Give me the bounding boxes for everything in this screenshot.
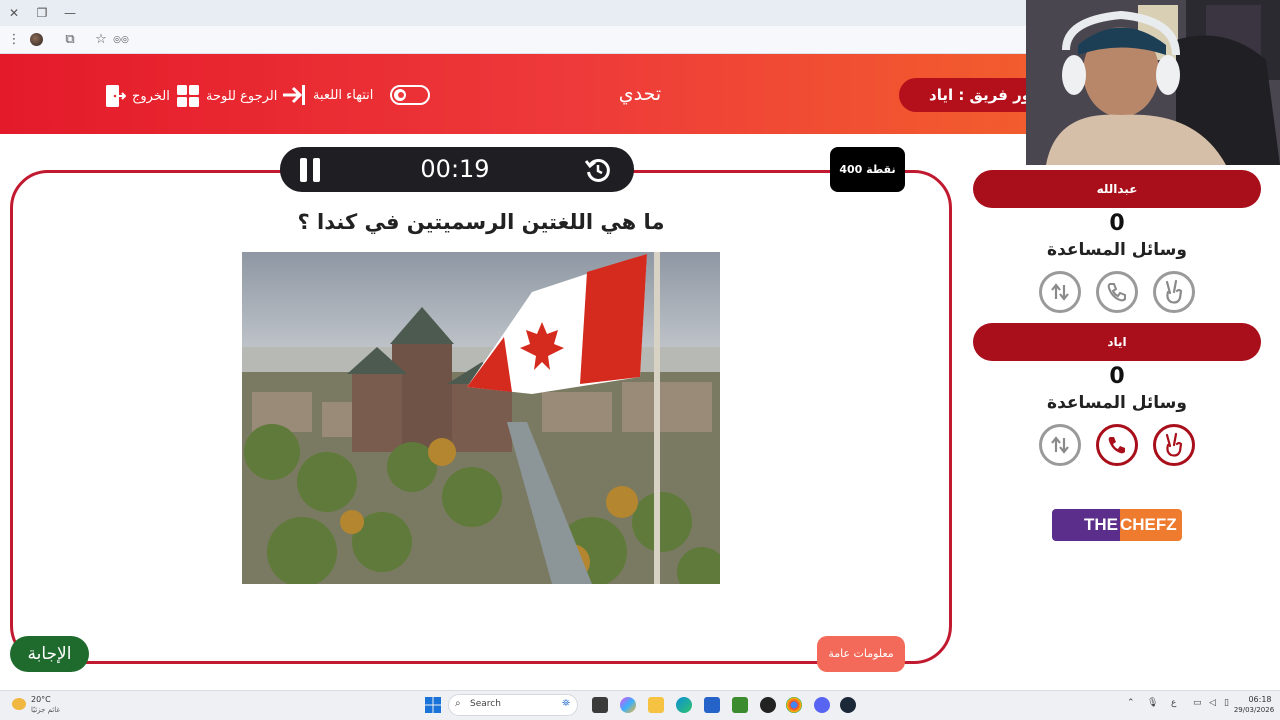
network-icon[interactable]: ▭ xyxy=(1193,698,1202,708)
answer-button[interactable]: الإجابة xyxy=(10,636,89,672)
search-icon: ⌕ xyxy=(455,698,461,709)
exit-button[interactable]: الخروج xyxy=(104,84,170,108)
discord-icon[interactable] xyxy=(814,697,830,713)
end-game-label: انتهاء اللعبة xyxy=(313,87,374,103)
minecraft-icon[interactable] xyxy=(732,697,748,713)
obs-icon[interactable] xyxy=(760,697,776,713)
question-text: ما هي اللغتين الرسميتين في كندا ؟ xyxy=(297,210,665,234)
question-image xyxy=(242,252,720,584)
team-turn-label: دور فريق : اياد xyxy=(929,86,1039,104)
aids-label-1: وسائل المساعدة xyxy=(1047,240,1187,260)
store-icon[interactable] xyxy=(704,697,720,713)
webcam-overlay xyxy=(1026,0,1280,165)
edge-icon[interactable] xyxy=(676,697,692,713)
steam-icon[interactable] xyxy=(840,697,856,713)
brand-logo: THE CHEFZ xyxy=(1052,509,1182,541)
incognito-icon[interactable]: ◎◎ xyxy=(111,30,131,50)
window-close-icon[interactable]: ✕ xyxy=(4,3,24,23)
task-view-icon[interactable] xyxy=(592,697,608,713)
taskbar xyxy=(0,690,1280,720)
end-game-button[interactable]: انتهاء اللعبة xyxy=(281,84,373,106)
clock-date[interactable]: 29/03/2026 xyxy=(1228,706,1280,714)
copilot-icon[interactable] xyxy=(620,697,636,713)
page-title: تحدي xyxy=(618,83,662,105)
bookmark-star-icon[interactable]: ☆ xyxy=(91,30,111,50)
timer-display: 00:19 xyxy=(420,155,490,183)
aids-label-2: وسائل المساعدة xyxy=(1047,393,1187,413)
volume-icon[interactable]: ◁ xyxy=(1209,698,1216,708)
profile-avatar[interactable] xyxy=(30,33,43,46)
back-to-board-label: الرجوع للوحة xyxy=(206,88,278,104)
start-windows-icon[interactable] xyxy=(425,697,441,713)
extensions-icon[interactable]: ⧉ xyxy=(60,30,80,50)
grid-icon xyxy=(177,85,199,107)
taskbar-search-box[interactable] xyxy=(448,694,578,716)
window-minimize-icon[interactable]: — xyxy=(60,3,80,23)
team-name-2: اياد xyxy=(973,323,1261,361)
language-indicator[interactable]: ع xyxy=(1171,698,1176,708)
brand-logo-part1: THE xyxy=(1052,509,1120,541)
team2-aid-phone-icon[interactable] xyxy=(1096,424,1138,466)
end-arrow-icon xyxy=(283,85,305,105)
team2-aid-hand-peace-icon[interactable] xyxy=(1153,424,1195,466)
toggle-knob xyxy=(394,89,406,101)
team1-aid-swap-arrows-icon[interactable] xyxy=(1039,271,1081,313)
search-label: Search xyxy=(470,699,501,709)
weather-condition: غائم جزئيًا xyxy=(31,706,61,714)
team-score-2: 0 xyxy=(1109,364,1125,389)
clock-time[interactable]: 06:18 xyxy=(1240,695,1280,704)
team1-aid-hand-peace-icon[interactable] xyxy=(1153,271,1195,313)
browser-menu-icon[interactable]: ⋮ xyxy=(4,30,24,50)
weather-icon[interactable] xyxy=(12,698,26,710)
window-restore-icon[interactable]: ❐ xyxy=(32,3,52,23)
exit-label: الخروج xyxy=(132,88,170,104)
tray-chevron-up-icon[interactable]: ⌃ xyxy=(1127,698,1135,708)
brand-logo-part2: CHEFZ xyxy=(1120,509,1182,541)
lighthouse-icon: ⛯ xyxy=(562,698,570,709)
pause-icon[interactable] xyxy=(300,158,322,182)
team-name-1: عبدالله xyxy=(973,170,1261,208)
exit-door-icon xyxy=(106,85,126,107)
file-explorer-icon[interactable] xyxy=(648,697,664,713)
points-badge: 400 نقطة xyxy=(830,147,905,192)
team2-aid-swap-arrows-icon[interactable] xyxy=(1039,424,1081,466)
team1-aid-phone-icon[interactable] xyxy=(1096,271,1138,313)
back-to-board-button[interactable]: الرجوع للوحة xyxy=(176,84,277,108)
category-button[interactable]: معلومات عامة xyxy=(817,636,905,672)
team-score-1: 0 xyxy=(1109,211,1125,236)
microphone-icon[interactable]: 🎙 xyxy=(1147,698,1158,708)
weather-temp: 20°C xyxy=(31,695,51,704)
chrome-icon[interactable] xyxy=(786,697,802,713)
reset-timer-icon[interactable] xyxy=(584,156,612,184)
